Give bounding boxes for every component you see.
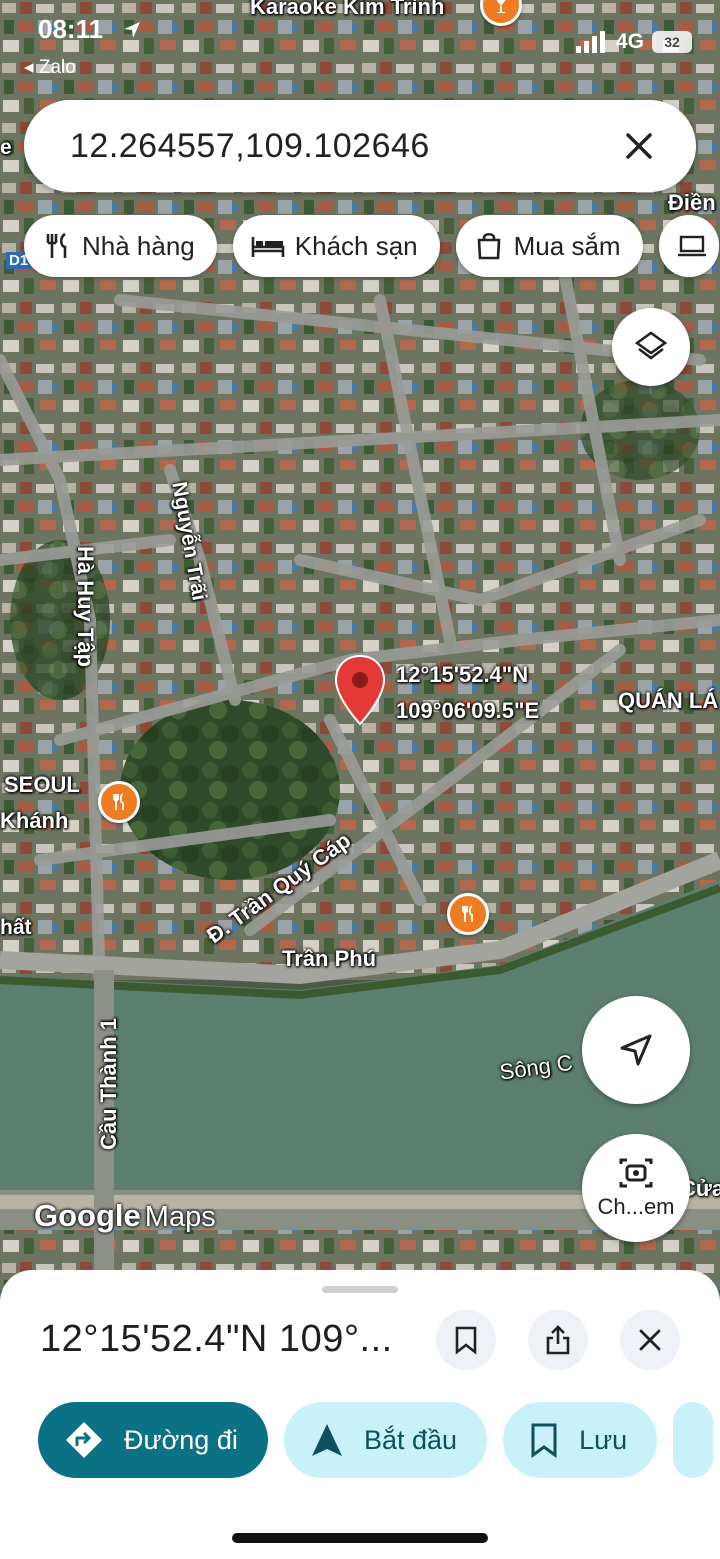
directions-button[interactable]: Đường đi — [38, 1402, 268, 1478]
search-bar[interactable]: 12.264557,109.102646 — [24, 100, 696, 192]
laptop-icon — [677, 235, 706, 257]
restaurant-poi-icon[interactable] — [98, 781, 140, 823]
battery-level: 32 — [664, 34, 680, 50]
back-app-label: Zalo — [38, 57, 76, 78]
restaurant-icon — [46, 232, 67, 258]
bridge-label-cau-thanh: Cầu Thành 1 — [96, 1017, 121, 1150]
back-to-app-link[interactable]: ◂ Zalo — [24, 56, 76, 79]
location-pin-icon[interactable] — [333, 654, 387, 726]
save-label: Lưu — [579, 1424, 628, 1455]
action-buttons: Đường đi Bắt đầu Lưu — [38, 1402, 714, 1478]
logo-google: Google — [34, 1198, 141, 1233]
status-indicators: 4G 32 — [575, 30, 692, 54]
directions-label: Đường đi — [124, 1424, 238, 1455]
save-icon-button[interactable] — [436, 1310, 496, 1370]
chip-hotels[interactable]: Khách sạn — [232, 215, 440, 277]
place-label-nhat: hất — [0, 916, 32, 939]
navigation-arrow-icon — [620, 1034, 652, 1066]
start-button[interactable]: Bắt đầu — [284, 1402, 488, 1478]
place-label-quan-la[interactable]: QUÁN LÁ — [618, 688, 718, 714]
hotel-icon — [251, 237, 285, 257]
place-label-khanh: Khánh — [0, 808, 69, 833]
close-icon — [639, 1329, 661, 1351]
network-type: 4G — [615, 30, 644, 53]
lens-label: Ch...em — [597, 1194, 675, 1219]
chip-more[interactable] — [658, 215, 719, 277]
start-label: Bắt đầu — [364, 1424, 458, 1455]
google-maps-logo: Google Maps — [34, 1198, 216, 1234]
status-time: 08:11 — [38, 14, 104, 44]
clear-search-icon[interactable] — [622, 129, 656, 163]
pin-longitude-label: 109°06'09.5"E — [396, 698, 540, 723]
place-label-e: e — [0, 136, 12, 159]
directions-icon — [66, 1422, 102, 1458]
share-icon — [546, 1325, 570, 1355]
camera-lens-icon — [619, 1158, 653, 1188]
chip-shopping[interactable]: Mua sắm — [455, 215, 643, 277]
close-sheet-button[interactable] — [620, 1310, 680, 1370]
pin-latitude-label: 12°15'52.4"N — [396, 662, 529, 687]
my-location-button[interactable] — [582, 996, 690, 1104]
save-button[interactable]: Lưu — [503, 1402, 658, 1478]
layers-icon — [634, 331, 668, 360]
chip-restaurants[interactable]: Nhà hàng — [24, 215, 217, 277]
place-label-seoul[interactable]: SEOUL — [4, 772, 80, 798]
street-label-ha-huy-tap: Hà Huy Tập — [73, 546, 98, 668]
more-action-button[interactable] — [673, 1402, 714, 1478]
street-label-tran-phu: Trần Phú — [282, 946, 377, 971]
place-title: 12°15'52.4"N 109°... — [40, 1318, 393, 1360]
location-arrow-icon — [124, 22, 140, 38]
category-chips: Nhà hàng Khách sạn Mua sắm — [24, 215, 719, 277]
chip-label: Khách sạn — [294, 230, 418, 261]
bookmark-icon — [531, 1423, 557, 1458]
navigation-arrow-icon — [312, 1424, 342, 1456]
place-label-dien: Điền — [668, 190, 716, 215]
chip-label: Nhà hàng — [82, 230, 195, 261]
signal-icon — [575, 31, 605, 53]
lens-button[interactable]: Ch...em — [582, 1134, 690, 1242]
search-input[interactable]: 12.264557,109.102646 — [70, 127, 622, 166]
restaurant-poi-icon[interactable] — [447, 893, 489, 935]
chip-label: Mua sắm — [513, 230, 621, 261]
share-button[interactable] — [528, 1310, 588, 1370]
place-bottom-sheet: 12°15'52.4"N 109°... Đường đi Bắt đầu Lư… — [0, 1270, 720, 1559]
battery-icon: 32 — [652, 31, 692, 53]
layers-button[interactable] — [612, 308, 690, 386]
sheet-drag-handle[interactable] — [322, 1286, 398, 1293]
home-indicator[interactable] — [232, 1533, 488, 1543]
shopping-bag-icon — [477, 232, 501, 260]
place-label-karaoke[interactable]: Karaoke Kim Trình — [250, 0, 444, 20]
logo-maps: Maps — [144, 1201, 216, 1233]
bookmark-icon — [455, 1326, 477, 1355]
